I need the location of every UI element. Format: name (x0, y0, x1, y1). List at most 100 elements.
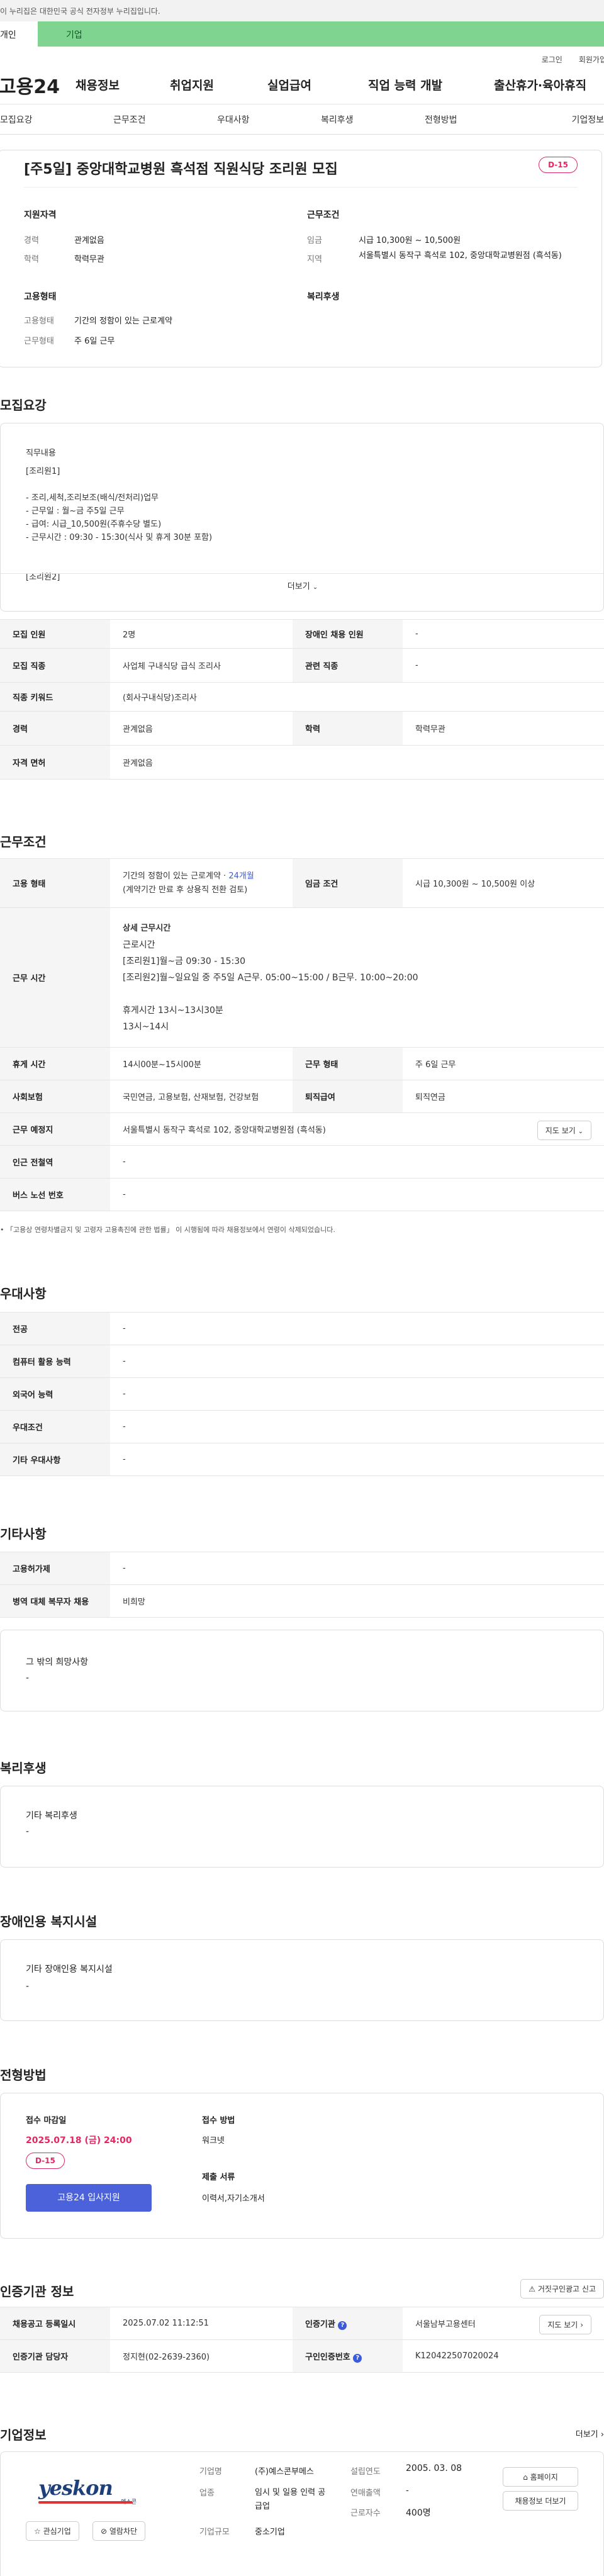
main-menu: 채용정보 취업지원 실업급여 직업 능력 개발 출산휴가·육아휴직 (76, 76, 586, 93)
text-line (26, 478, 212, 491)
table-cell: - (110, 1377, 604, 1411)
join-link[interactable]: 회원가입 (579, 54, 604, 65)
map-button[interactable]: 지도 보기 › (539, 2315, 591, 2334)
map-button[interactable]: 지도 보기 ⌄ (537, 1121, 591, 1140)
tab-person[interactable]: 개인 (0, 21, 38, 47)
selection-box: 접수 마감일 2025.07.18 (금) 24:00 D-15 고용24 입사… (0, 2093, 604, 2239)
table-cell: 2025.07.02 11:12:51 (110, 2307, 293, 2340)
anchor-recruit[interactable]: 모집요강 (0, 113, 113, 126)
text-line (26, 557, 212, 571)
table-header: 경력 (0, 711, 110, 746)
table-header: 관련 직종 (293, 648, 403, 683)
menu-item-training[interactable]: 직업 능력 개발 (368, 76, 494, 93)
chevron-right-icon: › (580, 2321, 583, 2329)
region-value: 서울특별시 동작구 흑석로 102, 중앙대학교병원점 (흑석동) (359, 251, 562, 260)
interest-button[interactable]: ☆ 관심기업 (26, 2521, 79, 2541)
anchor-selection[interactable]: 전형방법 (425, 113, 528, 126)
text-line (123, 986, 591, 1002)
age-notice: • 「고용상 연령차별금지 및 고령자 고용촉진에 관한 법률」 이 시행됨에 … (0, 1224, 335, 1235)
table-header: 근무 예정지 (0, 1112, 110, 1146)
apply-button-label: 고용24 입사지원 (57, 2193, 120, 2203)
table-cell: 2명 (110, 619, 293, 649)
table-row: 경력 관계없음 학력 학력무관 (0, 711, 604, 746)
block-icon: ⊘ (101, 2527, 108, 2536)
welfare-value: - (26, 1827, 30, 1837)
site-logo[interactable]: 고용24 (0, 71, 76, 99)
homepage-button[interactable]: ⌂ 홈페이지 (503, 2467, 578, 2487)
menu-item-leave[interactable]: 출산휴가·육아휴직 (494, 76, 586, 93)
anchor-company[interactable]: 기업정보 (528, 113, 604, 126)
welfare-box: 기타 복리후생 - (0, 1786, 604, 1868)
cert-agency-label: 인증기관 (305, 2319, 335, 2329)
deadline-label: 접수 마감일 (26, 2116, 67, 2125)
table-cell: - (403, 648, 604, 683)
table-row: 직종 키워드 (회사구내식당)조리사 (0, 682, 604, 712)
text-line: - 근무시간 : 09:30 - 15:30(식사 및 휴게 30분 포함) (26, 533, 213, 542)
location-value: 서울특별시 동작구 흑석로 102, 중앙대학교병원점 (흑석동) (123, 1126, 326, 1135)
table-cell: 주 6일 근무 (403, 1047, 604, 1080)
table-cell: 관계없음 (110, 745, 604, 780)
tab-company[interactable]: 기업 (38, 21, 604, 47)
text-line: [조리원1] (26, 467, 60, 476)
job-title: [주5일] 중앙대학교병원 흑석점 직원식당 조리원 모집 (24, 162, 338, 177)
table-header: 인증기관 담당자 (0, 2339, 110, 2373)
report-button[interactable]: ⚠ 거짓구인광고 신고 (520, 2279, 604, 2299)
text-line: 상세 근무시간 (123, 923, 171, 933)
anchor-condition[interactable]: 근무조건 (113, 113, 217, 126)
table-header: 자격 면허 (0, 745, 110, 780)
company-jobs-button-label: 채용정보 더보기 (515, 2497, 566, 2506)
menu-item-benefit[interactable]: 실업급여 (267, 76, 368, 93)
table-cell: - (110, 1552, 604, 1585)
menu-item-support[interactable]: 취업지원 (170, 76, 267, 93)
other-wish-box: 그 밖의 희망사항 - (0, 1630, 604, 1711)
table-row: 우대조건 - (0, 1410, 604, 1443)
welfare-summary-heading: 복리후생 (307, 292, 340, 302)
emp-months: 24개월 (228, 871, 254, 881)
company-more-link[interactable]: 더보기 › (576, 2428, 604, 2439)
table-header: 학력 (293, 711, 403, 746)
company-name-value: (주)예스콘부메스 (255, 2467, 314, 2477)
anchor-preference[interactable]: 우대사항 (217, 113, 321, 126)
table-row: 모집 직종 사업체 구내식당 급식 조리사 관련 직종 - (0, 648, 604, 683)
cert-agency-value: 서울남부고용센터 (415, 2320, 476, 2329)
emp-type-value: 기간의 정함이 있는 근로계약 (74, 316, 172, 326)
company-jobs-button[interactable]: 채용정보 더보기 (503, 2491, 578, 2511)
table-header: 컴퓨터 활용 능력 (0, 1345, 110, 1378)
table-header: 근무 형태 (293, 1047, 403, 1080)
etc-section-title: 기타사항 (0, 1526, 47, 1542)
table-cell: 14시00분~15시00분 (110, 1047, 293, 1080)
founded-label: 설립연도 (350, 2467, 381, 2477)
more-button[interactable]: 더보기 ⌄ (1, 580, 603, 591)
info-icon[interactable]: ? (338, 2321, 347, 2330)
login-link[interactable]: 로그인 (542, 54, 562, 65)
table-cell: 국민연금, 고용보험, 산재보험, 건강보험 (110, 1080, 293, 1113)
company-logo: yeskon 예스콘 (38, 2476, 139, 2507)
anchor-welfare[interactable]: 복리후생 (321, 113, 425, 126)
table-header: 고용허가제 (0, 1552, 110, 1585)
block-button-label: 열람차단 (109, 2527, 138, 2536)
industry-value: 임시 및 일용 인력 공급업 (255, 2488, 326, 2511)
text-line: 근로시간 (123, 939, 155, 950)
block-button[interactable]: ⊘ 열람차단 (92, 2521, 146, 2541)
homepage-button-label: 홈페이지 (530, 2473, 558, 2482)
text-line: 13시~14시 (123, 1021, 169, 1032)
edu-label: 학력 (24, 255, 39, 264)
table-row: 고용 형태 기간의 정함이 있는 근로계약 · 24개월 (계약기간 만료 후 … (0, 858, 604, 908)
dday-badge: D-15 (26, 2153, 65, 2169)
info-icon[interactable]: ? (353, 2353, 362, 2363)
apply-button[interactable]: 고용24 입사지원 (26, 2184, 152, 2212)
gov-banner-text: 이 누리집은 대한민국 공식 전자정부 누리집입니다. (0, 7, 160, 16)
table-header: 인근 전철역 (0, 1145, 110, 1179)
table-row: 근무 시간 상세 근무시간 근로시간 [조리원1]월~금 09:30 - 15:30… (0, 907, 604, 1048)
table-cell: 정지현(02-2639-2360) (110, 2339, 293, 2373)
table-cell: (회사구내식당)조리사 (110, 682, 604, 712)
company-name-label: 기업명 (199, 2467, 222, 2477)
emp-note: (계약기간 만료 후 상용직 전환 검토) (123, 885, 248, 895)
global-nav: 고용24 채용정보 취업지원 실업급여 직업 능력 개발 출산휴가·육아휴직 (0, 65, 604, 104)
table-cell: - (110, 1312, 604, 1345)
table-row: 자격 면허 관계없음 (0, 745, 604, 780)
table-cell: K120422507020024 (403, 2339, 604, 2373)
menu-item-jobs[interactable]: 채용정보 (76, 76, 170, 93)
text-line: - 근무일 : 월~금 주5일 근무 (26, 507, 125, 516)
work-type-value: 주 6일 근무 (74, 337, 115, 346)
